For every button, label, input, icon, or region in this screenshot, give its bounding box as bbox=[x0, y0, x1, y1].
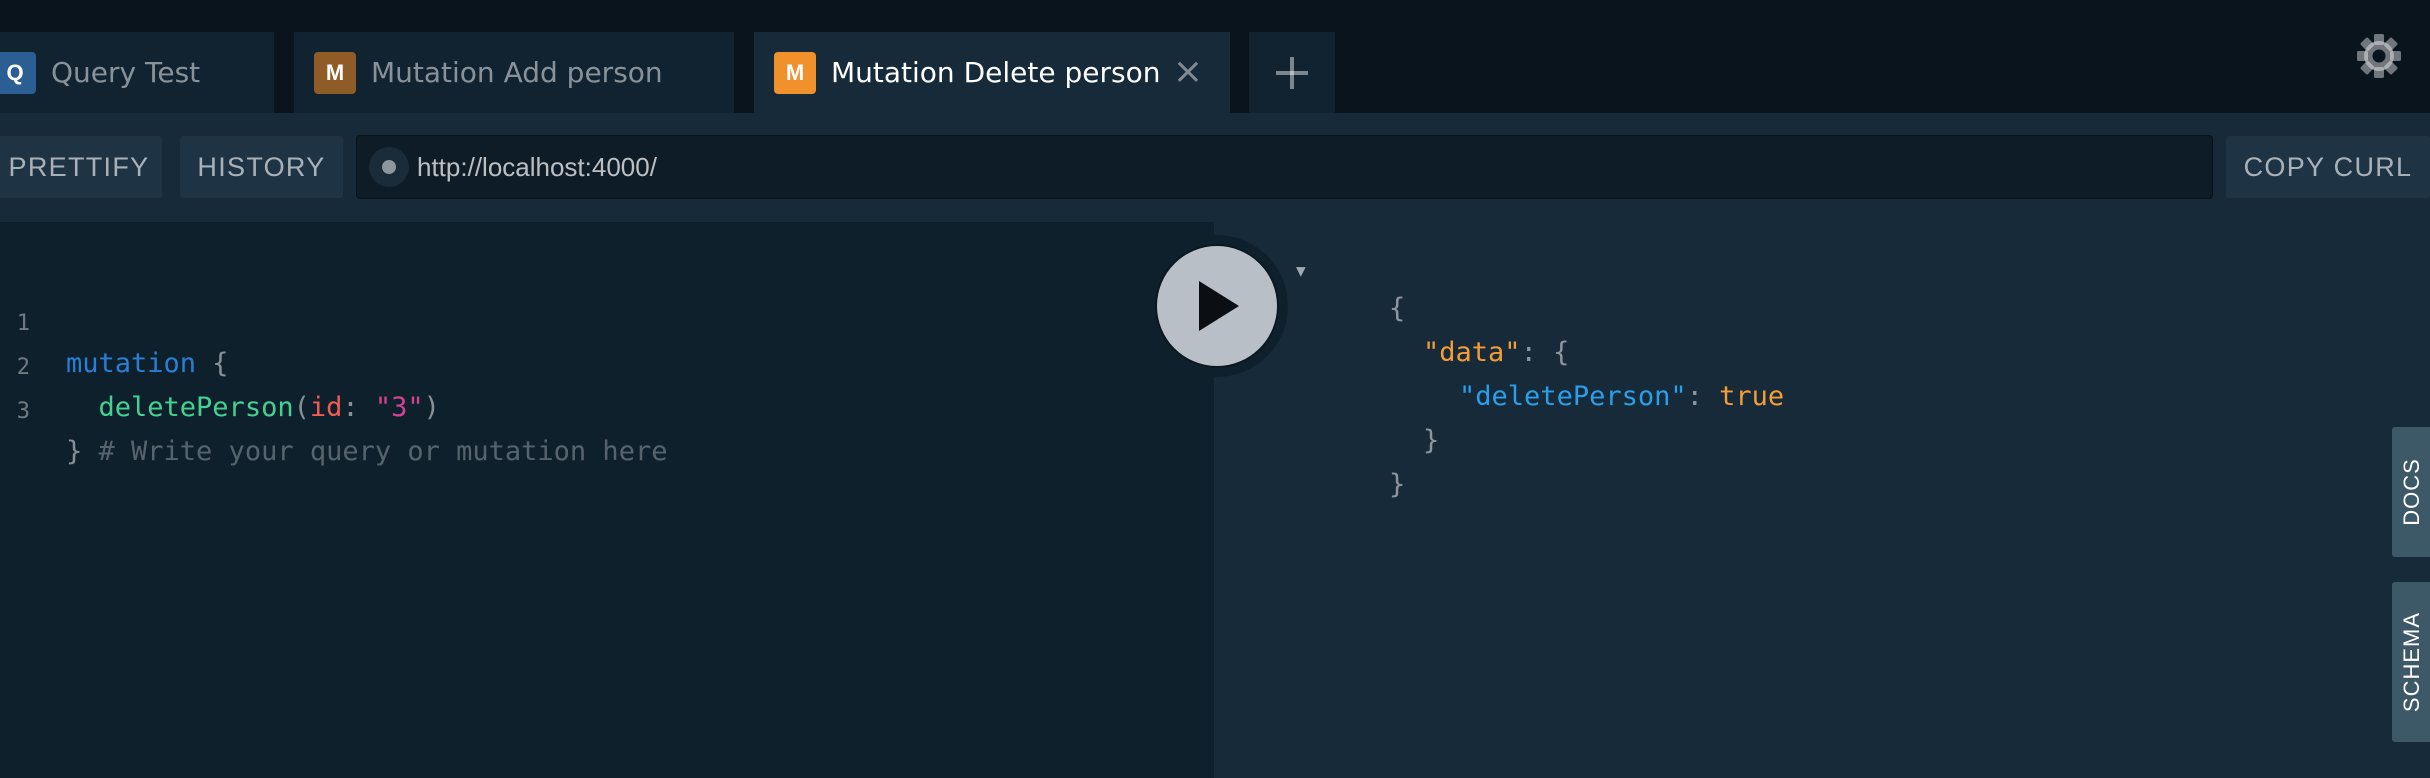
code-line: 1 mutation { bbox=[0, 264, 229, 379]
tab-badge: Q bbox=[0, 51, 36, 94]
endpoint-bar bbox=[356, 135, 2213, 199]
tab-label: Query Test bbox=[51, 56, 201, 89]
code-punctuation: { bbox=[196, 348, 229, 379]
tab-badge: M bbox=[774, 51, 816, 94]
tab-query-test[interactable]: Q Query Test bbox=[0, 32, 274, 113]
settings-button[interactable] bbox=[2354, 31, 2404, 81]
docs-tab[interactable]: DOCS bbox=[2392, 427, 2430, 557]
run-button-ring bbox=[1146, 235, 1288, 377]
result-punctuation: } bbox=[1423, 425, 1440, 456]
run-button[interactable] bbox=[1157, 246, 1277, 366]
code-punctuation: : bbox=[342, 392, 375, 423]
code-line: 2 deletePerson(id: "3") bbox=[0, 308, 440, 423]
schema-tab[interactable]: SCHEMA bbox=[2392, 582, 2430, 742]
close-icon[interactable]: × bbox=[1168, 52, 1208, 92]
result-line: { bbox=[1324, 249, 1405, 324]
endpoint-url-input[interactable] bbox=[417, 144, 2197, 190]
code-punctuation: } bbox=[66, 436, 99, 467]
add-tab-button[interactable] bbox=[1249, 32, 1335, 113]
tab-label: Mutation Delete person bbox=[831, 56, 1161, 89]
result-line: "data": { bbox=[1358, 293, 1569, 368]
toolbar: PRETTIFY HISTORY COPY CURL bbox=[0, 113, 2430, 222]
gear-icon bbox=[2357, 34, 2401, 78]
code-argument: id bbox=[309, 392, 343, 423]
code-punctuation: ) bbox=[423, 392, 440, 423]
plus-icon bbox=[1276, 56, 1308, 89]
history-button[interactable]: HISTORY bbox=[180, 136, 343, 198]
tab-mutation-add-person[interactable]: M Mutation Add person bbox=[294, 32, 734, 113]
tab-badge: M bbox=[314, 51, 356, 94]
code-comment: # Write your query or mutation here bbox=[98, 436, 668, 467]
result-key: "deletePerson" bbox=[1459, 381, 1687, 412]
result-viewer: ▼ { "data": { "deletePerson": true } } bbox=[1214, 222, 2430, 778]
docs-tab-label: DOCS bbox=[2399, 458, 2424, 526]
tab-mutation-delete-person[interactable]: M Mutation Delete person × bbox=[754, 32, 1230, 113]
code-keyword: mutation bbox=[66, 348, 197, 379]
prettify-button[interactable]: PRETTIFY bbox=[0, 136, 162, 198]
play-icon bbox=[1199, 281, 1239, 331]
tab-label: Mutation Add person bbox=[371, 56, 663, 89]
result-punctuation: : bbox=[1686, 381, 1720, 412]
query-editor[interactable]: 1 mutation { 2 deletePerson(id: "3") 3 }… bbox=[0, 222, 1214, 778]
code-string: "3" bbox=[374, 392, 424, 423]
line-number: 3 bbox=[16, 399, 30, 424]
collapse-arrow-icon[interactable]: ▼ bbox=[1296, 261, 1306, 280]
copy-curl-button[interactable]: COPY CURL bbox=[2226, 136, 2430, 198]
code-punctuation: ( bbox=[293, 392, 310, 423]
tab-bar: Q Query Test M Mutation Add person M Mut… bbox=[0, 0, 2430, 113]
status-indicator bbox=[369, 147, 409, 187]
code-field: deletePerson bbox=[98, 392, 294, 423]
result-line: "deletePerson": true bbox=[1394, 337, 1784, 412]
result-line: } bbox=[1358, 381, 1439, 456]
result-line: } bbox=[1324, 425, 1405, 500]
status-dot-icon bbox=[382, 160, 396, 174]
result-value: true bbox=[1719, 381, 1785, 412]
code-line: 3 } # Write your query or mutation here bbox=[0, 352, 668, 467]
result-punctuation: } bbox=[1389, 469, 1406, 500]
schema-tab-label: SCHEMA bbox=[2399, 611, 2424, 713]
